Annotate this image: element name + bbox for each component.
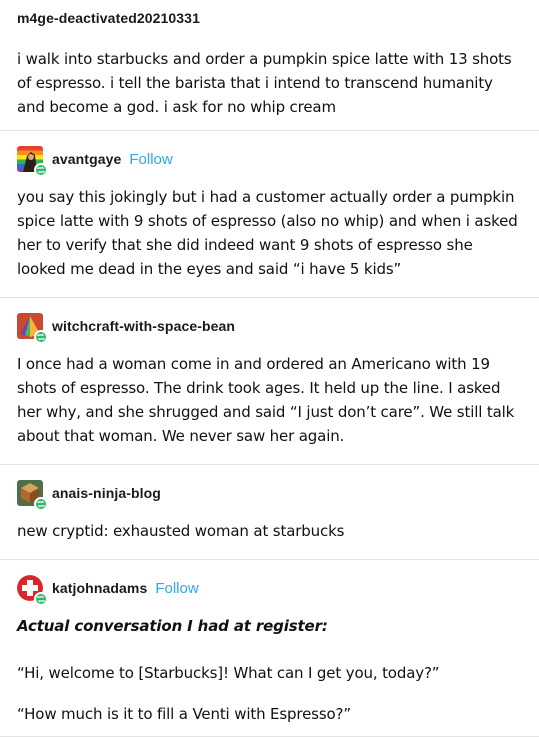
avatar[interactable]: [17, 313, 48, 344]
follow-button[interactable]: Follow: [155, 580, 198, 597]
post-5-username[interactable]: katjohnadams: [52, 580, 147, 596]
post-3-username[interactable]: witchcraft-with-space-bean: [52, 318, 235, 334]
post-3-text: I once had a woman come in and ordered a…: [17, 355, 515, 445]
post-4-username[interactable]: anais-ninja-blog: [52, 485, 161, 501]
avatar[interactable]: [17, 146, 48, 177]
post-2: avantgaye Follow you say this jokingly b…: [0, 131, 539, 298]
post-3: witchcraft-with-space-bean I once had a …: [0, 298, 539, 465]
post-1: m4ge-deactivated20210331 i walk into sta…: [0, 0, 539, 131]
reblog-icon: [34, 163, 48, 177]
follow-button[interactable]: Follow: [129, 151, 172, 168]
avatar[interactable]: [17, 575, 48, 606]
post-1-text: i walk into starbucks and order a pumpki…: [17, 50, 512, 116]
post-4-text: new cryptid: exhausted woman at starbuck…: [17, 522, 345, 540]
post-2-username[interactable]: avantgaye: [52, 151, 121, 167]
post-5-line-1: “Hi, welcome to [Starbucks]! What can I …: [17, 664, 440, 682]
post-1-username[interactable]: m4ge-deactivated20210331: [17, 10, 200, 26]
avatar[interactable]: [17, 480, 48, 511]
post-5: katjohnadams Follow Actual conversation …: [0, 560, 539, 737]
post-5-line-2: “How much is it to fill a Venti with Esp…: [17, 705, 351, 723]
post-5-heading: Actual conversation I had at register:: [17, 617, 328, 635]
post-2-text: you say this jokingly but i had a custom…: [17, 188, 518, 278]
reblog-icon: [34, 330, 48, 344]
reblog-icon: [34, 497, 48, 511]
reblog-icon: [34, 592, 48, 606]
post-4: anais-ninja-blog new cryptid: exhausted …: [0, 465, 539, 560]
